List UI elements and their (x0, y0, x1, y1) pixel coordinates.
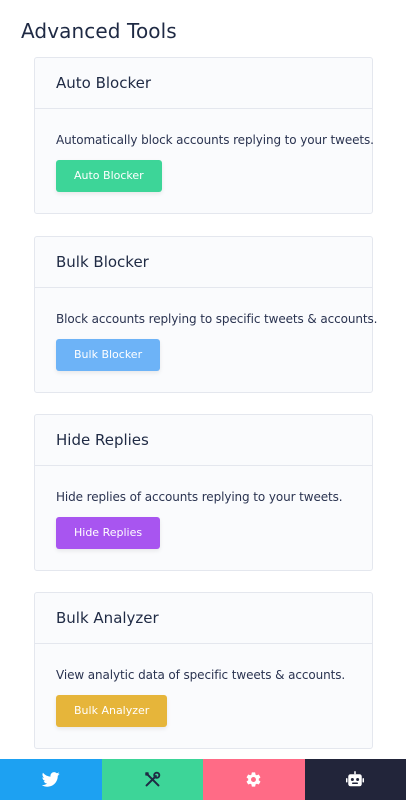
robot-icon (346, 771, 365, 787)
bulk-analyzer-card: Bulk Analyzer View analytic data of spec… (34, 592, 373, 749)
hide-replies-card: Hide Replies Hide replies of accounts re… (34, 414, 373, 571)
auto-blocker-card: Auto Blocker Automatically block account… (34, 57, 374, 214)
twitter-bird-icon (41, 772, 60, 787)
card-title: Hide Replies (35, 415, 372, 466)
bulk-blocker-button[interactable]: Bulk Blocker (56, 339, 161, 371)
hide-replies-button[interactable]: Hide Replies (56, 517, 161, 549)
card-description: View analytic data of specific tweets & … (56, 668, 346, 682)
card-description: Block accounts replying to specific twee… (56, 312, 378, 326)
gear-icon (246, 772, 261, 787)
tools-icon (145, 771, 160, 787)
tab-settings[interactable] (203, 759, 305, 800)
tab-bot[interactable] (304, 759, 406, 800)
card-description: Automatically block accounts replying to… (56, 133, 374, 147)
tab-tools[interactable] (101, 759, 203, 800)
bulk-analyzer-button[interactable]: Bulk Analyzer (56, 695, 168, 727)
card-title: Bulk Analyzer (35, 593, 372, 644)
card-title: Auto Blocker (35, 58, 372, 109)
page-title: Advanced Tools (21, 19, 177, 43)
card-title: Bulk Blocker (35, 237, 372, 288)
auto-blocker-button[interactable]: Auto Blocker (56, 160, 162, 192)
tab-twitter[interactable] (0, 759, 102, 800)
card-description: Hide replies of accounts replying to you… (56, 490, 343, 504)
bottom-tab-bar (0, 759, 406, 800)
bulk-blocker-card: Bulk Blocker Block accounts replying to … (34, 236, 378, 393)
